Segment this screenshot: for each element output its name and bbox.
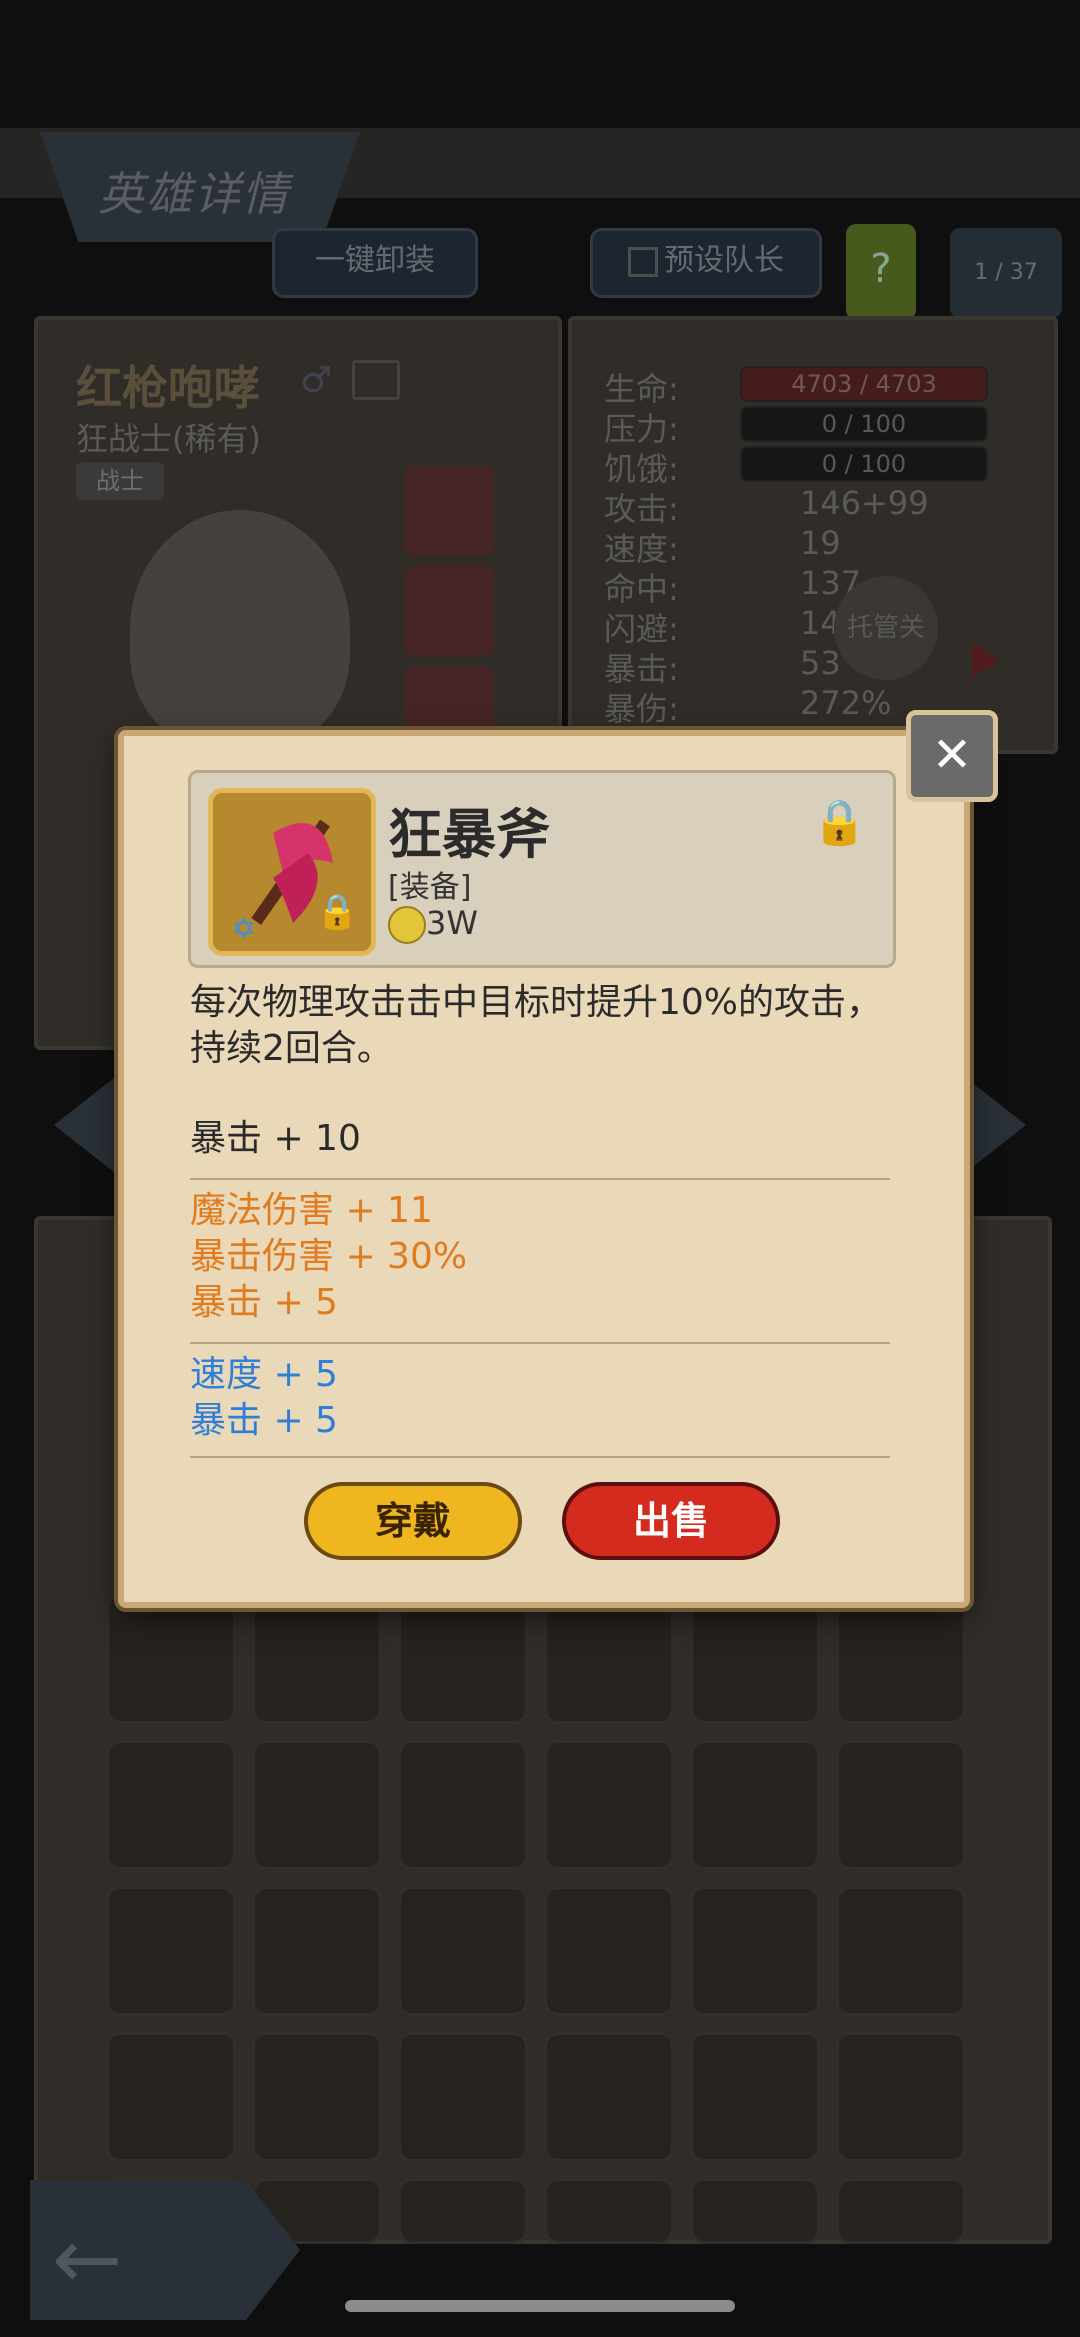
stat-line: 暴击伤害 + 30% (190, 1236, 468, 1277)
stat-line: 暴击 + 10 (190, 1118, 361, 1159)
lock-icon: 🔒 (316, 892, 359, 932)
stat-line: 速度 + 5 (190, 1354, 338, 1395)
equip-button[interactable]: 穿戴 (304, 1482, 522, 1560)
divider (190, 1342, 890, 1344)
item-type: [装备] (388, 870, 472, 905)
home-indicator[interactable] (345, 2300, 735, 2312)
divider (190, 1456, 890, 1458)
item-description: 每次物理攻击击中目标时提升10%的攻击，持续2回合。 (190, 982, 883, 1069)
divider (190, 1178, 890, 1180)
lock-toggle-icon[interactable]: 🔒 (812, 796, 867, 848)
stat-line: 魔法伤害 + 11 (190, 1190, 433, 1231)
bonus-stats-orange: 魔法伤害 + 11 暴击伤害 + 30% 暴击 + 5 (190, 1188, 890, 1326)
item-price: 3W (426, 904, 478, 942)
item-name: 狂暴斧 (388, 803, 550, 866)
svg-text:✡: ✡ (231, 912, 256, 947)
coin-icon (388, 906, 426, 944)
base-stats: 暴击 + 10 (190, 1116, 890, 1162)
sell-button[interactable]: 出售 (562, 1482, 780, 1560)
stat-line: 暴击 + 5 (190, 1282, 338, 1323)
bonus-stats-blue: 速度 + 5 暴击 + 5 (190, 1352, 890, 1444)
close-button[interactable]: ✕ (906, 710, 998, 802)
stat-line: 暴击 + 5 (190, 1400, 338, 1441)
